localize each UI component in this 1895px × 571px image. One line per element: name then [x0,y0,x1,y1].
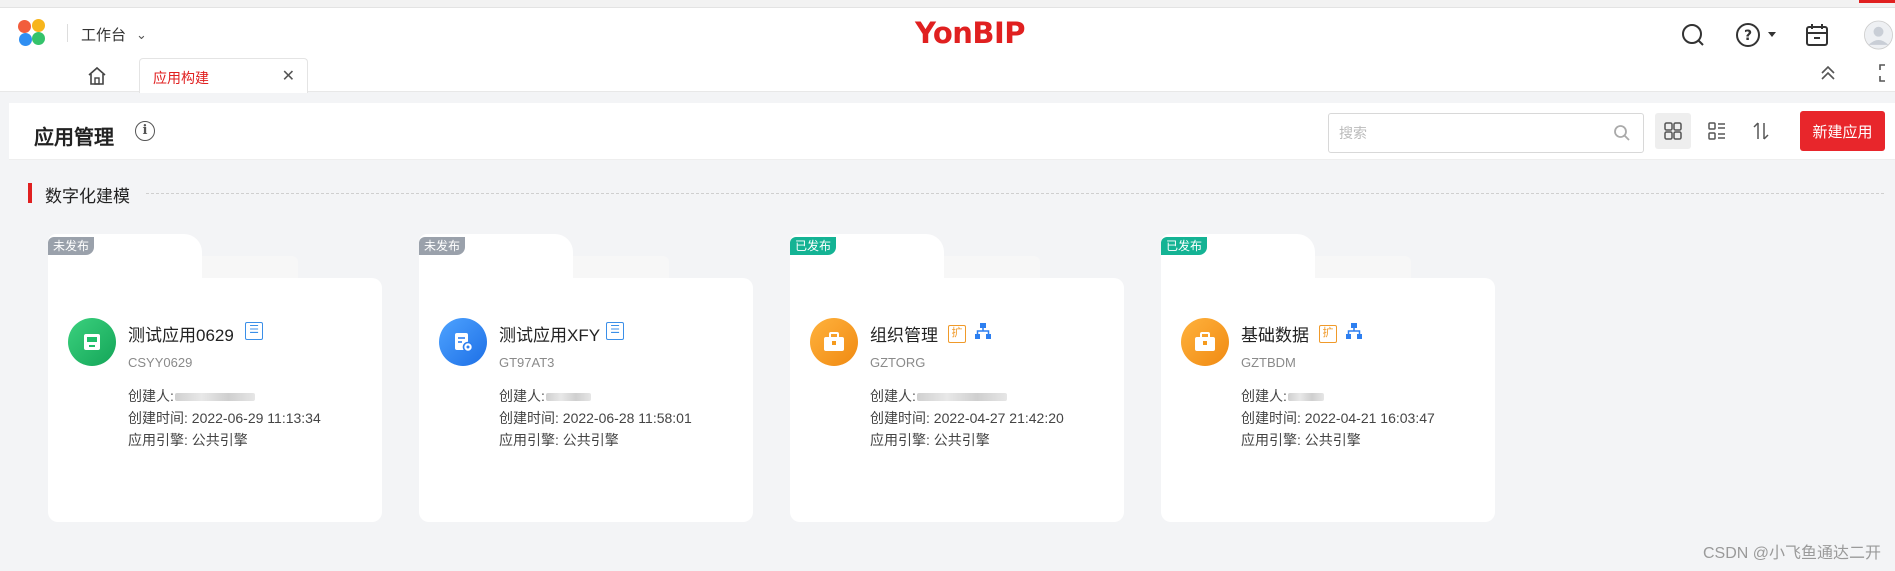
status-badge: 未发布 [48,237,95,255]
section-title: 数字化建模 [45,187,130,206]
section-divider [146,193,1884,194]
sort-button[interactable] [1743,113,1779,149]
tab-label: 应用构建 [153,70,209,86]
created-time: 创建时间: 2022-04-21 16:03:47 [1241,410,1435,426]
calendar-icon[interactable] [1803,20,1831,50]
redacted-name [1287,393,1324,402]
sort-icon [1753,122,1769,140]
brand-logo: YonBIP [915,16,1026,50]
creator-label: 创建人: [870,388,916,404]
fullscreen-icon[interactable] [1879,64,1895,87]
status-badge: 已发布 [1161,237,1208,255]
search-input[interactable] [1339,123,1589,143]
browser-edge [0,0,1895,8]
created-time: 创建时间: 2022-06-29 11:13:34 [128,410,321,426]
new-app-button[interactable]: 新建应用 [1800,111,1885,151]
home-icon[interactable] [86,65,110,87]
redacted-name [545,393,591,402]
app-settings-icon [439,318,487,366]
app-name: 基础数据 [1241,326,1309,345]
workspace-switcher[interactable]: 工作台 ⌄ [81,24,147,45]
creator-label: 创建人: [499,388,545,404]
app-name: 组织管理 [870,326,938,345]
document-icon[interactable]: ☰ [606,322,624,340]
org-tree-icon[interactable] [1345,322,1363,345]
search-icon[interactable] [1613,124,1631,142]
workspace-label: 工作台 [81,27,127,44]
help-icon[interactable]: ? [1733,20,1779,50]
search-icon[interactable] [1678,20,1708,50]
tab-app-build[interactable]: 应用构建 ✕ [139,58,308,93]
creator: 创建人: [1241,386,1324,406]
top-bar: 工作台 ⌄ YonBIP ? [0,0,1895,58]
grid-icon [1664,122,1682,140]
app-card[interactable]: 未发布 测试应用0629 ☰ CSYY0629 创建人: 创建时间: 2022-… [48,234,382,522]
app-engine: 应用引擎: 公共引擎 [1241,432,1361,448]
created-time: 创建时间: 2022-06-28 11:58:01 [499,410,692,426]
extension-icon[interactable]: 扩 [948,324,966,343]
app-code: GT97AT3 [499,355,555,370]
app-code: GZTBDM [1241,355,1296,370]
app-card[interactable]: 已发布 基础数据 扩 GZTBDM 创建人: 创建时间: 2022-04-21 … [1161,234,1495,522]
app-name: 测试应用XFY [499,326,601,345]
app-card[interactable]: 未发布 测试应用XFY ☰ GT97AT3 创建人: 创建时间: 2022-06… [419,234,753,522]
app-briefcase-icon [1181,318,1229,366]
redacted-name [916,393,1007,402]
created-time: 创建时间: 2022-04-27 21:42:20 [870,410,1064,426]
logo-icon[interactable] [18,19,48,48]
svg-text:?: ? [1744,28,1752,44]
grid-view-button[interactable] [1655,113,1691,149]
divider [67,24,68,42]
app-engine: 应用引擎: 公共引擎 [499,432,619,448]
creator: 创建人: [870,386,1007,406]
section-marker [28,183,32,203]
status-badge: 已发布 [790,237,837,255]
app-form-icon [68,318,116,366]
status-badge: 未发布 [419,237,466,255]
tab-strip: 应用构建 ✕ [0,58,1895,93]
creator-label: 创建人: [1241,388,1287,404]
app-name: 测试应用0629 [128,326,234,345]
card-body [1161,278,1495,522]
redacted-name [174,393,255,402]
org-tree-icon[interactable] [974,322,992,345]
list-icon [1708,122,1725,140]
app-engine: 应用引擎: 公共引擎 [128,432,248,448]
app-code: CSYY0629 [128,355,193,370]
edge-accent [1859,0,1895,3]
app-card[interactable]: 已发布 组织管理 扩 GZTORG 创建人: 创建时间: 2022-04-27 … [790,234,1124,522]
app-code: GZTORG [870,355,926,370]
search-box[interactable] [1328,113,1644,153]
page-header: 应用管理 i 新建应用 [9,103,1895,160]
avatar[interactable] [1862,20,1895,50]
document-icon[interactable]: ☰ [245,322,263,340]
list-view-button[interactable] [1699,113,1735,149]
close-icon[interactable]: ✕ [282,66,295,86]
app-briefcase-icon [810,318,858,366]
watermark: CSDN @小飞鱼通达二开 [1702,545,1881,562]
page-title: 应用管理 [34,127,114,149]
info-icon[interactable]: i [135,121,155,141]
creator: 创建人: [128,386,255,406]
extension-icon[interactable]: 扩 [1319,324,1337,343]
creator: 创建人: [499,386,591,406]
collapse-icon[interactable] [1819,64,1837,87]
chevron-down-icon: ⌄ [136,26,147,42]
creator-label: 创建人: [128,388,174,404]
app-engine: 应用引擎: 公共引擎 [870,432,990,448]
